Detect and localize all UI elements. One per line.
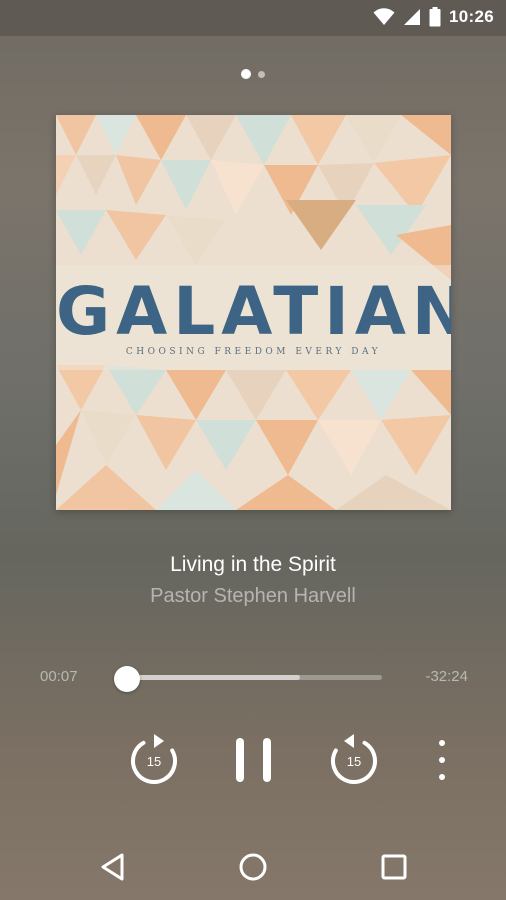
- page-dot[interactable]: [258, 70, 265, 78]
- track-title: Living in the Spirit: [170, 553, 336, 576]
- rewind-15-button[interactable]: 15: [126, 732, 182, 788]
- more-vert-button[interactable]: [430, 740, 454, 780]
- forward-seconds: 15: [347, 754, 361, 769]
- home-button[interactable]: [236, 850, 270, 884]
- cell-signal-icon: [404, 9, 421, 25]
- page-dot-active[interactable]: [241, 69, 251, 79]
- rewind-seconds: 15: [147, 754, 161, 769]
- more-dot: [439, 774, 445, 780]
- track-artist: Pastor Stephen Harvell: [150, 585, 356, 607]
- replay-icon: 15: [131, 734, 177, 784]
- seek-buffered: [126, 675, 301, 680]
- status-bar: 10:26: [0, 0, 506, 36]
- seek-thumb[interactable]: [114, 666, 141, 692]
- more-dot: [439, 757, 445, 763]
- recents-button[interactable]: [377, 850, 411, 884]
- forward-icon: 15: [331, 734, 377, 784]
- seek-bar[interactable]: [126, 675, 382, 680]
- back-button[interactable]: [96, 850, 130, 884]
- album-art-title: GALATIANS: [56, 273, 451, 350]
- forward-15-button[interactable]: 15: [326, 732, 382, 788]
- pause-icon: [236, 738, 271, 782]
- pause-button[interactable]: [226, 732, 282, 788]
- nav-bar: [0, 832, 506, 900]
- album-art[interactable]: GALATIANS CHOOSING FREEDOM EVERY DAY: [56, 115, 451, 510]
- remaining-time: -32:24: [425, 668, 468, 685]
- back-icon: [101, 853, 124, 881]
- elapsed-time: 00:07: [40, 668, 78, 685]
- recents-icon: [381, 854, 407, 880]
- battery-icon: [429, 7, 441, 27]
- clock: 10:26: [449, 7, 494, 26]
- page-indicator: [0, 69, 506, 79]
- more-dot: [439, 740, 445, 746]
- album-art-subtitle: CHOOSING FREEDOM EVERY DAY: [125, 347, 382, 357]
- home-icon: [239, 853, 267, 881]
- status-icons: 10:26: [373, 7, 494, 27]
- wifi-icon: [373, 8, 395, 25]
